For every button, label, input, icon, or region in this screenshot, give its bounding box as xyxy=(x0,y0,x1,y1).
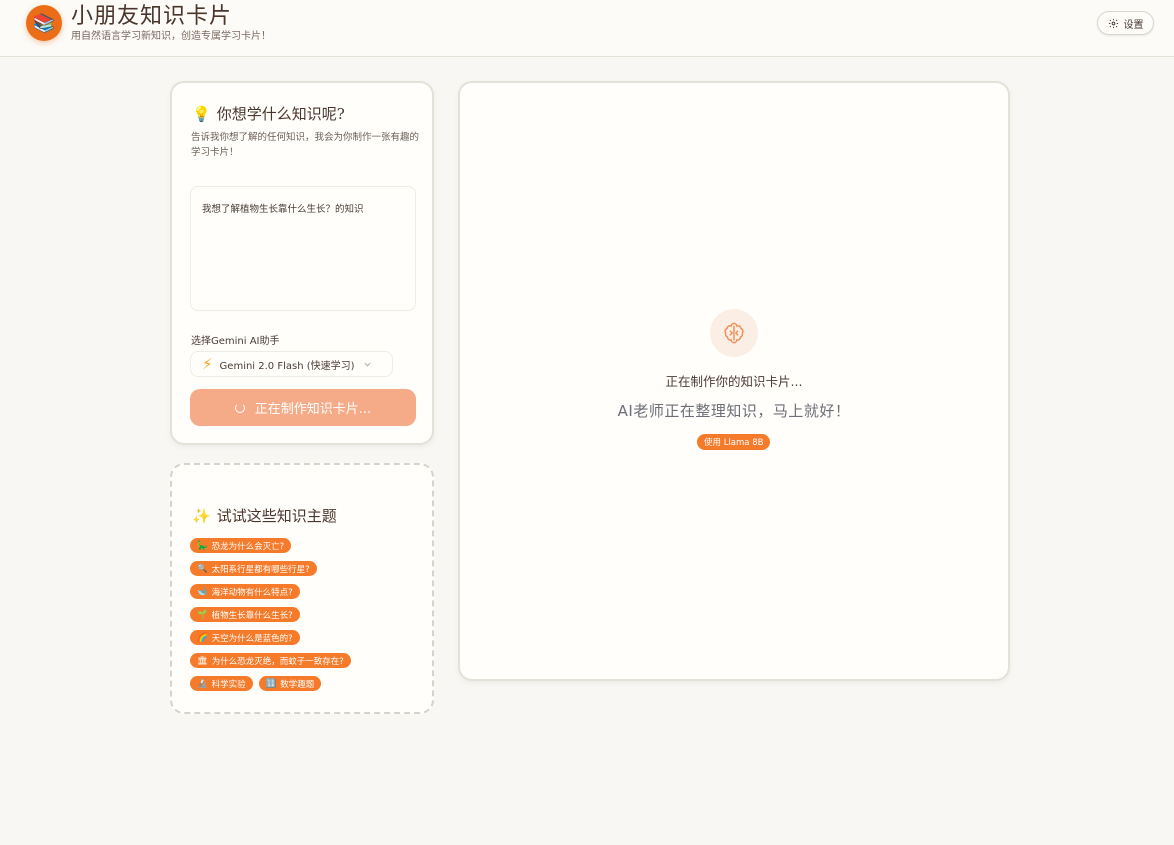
topic-chip[interactable]: 🌈 天空为什么是蓝色的? xyxy=(190,630,300,645)
topic-chip[interactable]: 🏛 为什么恐龙灭绝，而蚊子一致存在? xyxy=(190,653,351,668)
loading-title: 正在制作你的知识卡片... xyxy=(665,374,803,389)
topic-chip[interactable]: 🔍 太阳系行星都有哪些行星? xyxy=(190,561,317,576)
app-subtitle: 用自然语言学习新知识，创造专属学习卡片！ xyxy=(71,31,271,42)
lightbulb-icon: 💡 xyxy=(192,104,211,123)
topic-chips: 🦕 恐龙为什么会灭亡? 🔍 太阳系行星都有哪些行星? 🐋 海洋动物有什么特点? 🌱 植物… xyxy=(190,538,416,691)
topic-chip-row: 🔬 科学实验 🔢 数学趣题 xyxy=(190,676,322,691)
whale-icon: 🐋 xyxy=(197,586,208,597)
sparkles-icon: ✨ xyxy=(192,506,211,525)
gear-icon xyxy=(1108,18,1118,28)
topic-chip[interactable]: 🐋 海洋动物有什么特点? xyxy=(190,584,300,599)
model-label: 选择Gemini AI助手 xyxy=(191,336,280,347)
topic-chip-label: 恐龙为什么会灭亡? xyxy=(211,541,285,552)
topic-chip[interactable]: 🔢 数学趣题 xyxy=(258,676,322,691)
topic-chip-label: 数学趣题 xyxy=(280,679,315,690)
lightning-icon: ⚡ xyxy=(202,355,213,373)
input-panel: 💡 你想学什么知识呢? 告诉我你想了解的任何知识，我会为你制作一张有趣的学习卡片… xyxy=(170,81,434,445)
app-title: 小朋友知识卡片 xyxy=(71,4,233,29)
topic-chip-label: 太阳系行星都有哪些行星? xyxy=(211,564,310,575)
input-heading: 💡 你想学什么知识呢? xyxy=(192,103,345,124)
numbers-icon: 🔢 xyxy=(265,678,277,689)
app-header: 📚 小朋友知识卡片 用自然语言学习新知识，创造专属学习卡片！ 设置 xyxy=(0,0,1174,57)
brain-icon xyxy=(710,309,758,357)
loading-subtitle: AI老师正在整理知识，马上就好！ xyxy=(617,402,851,420)
topics-panel: ✨ 试试这些知识主题 🦕 恐龙为什么会灭亡? 🔍 太阳系行星都有哪些行星? 🐋 海洋动… xyxy=(170,463,434,714)
books-icon: 📚 xyxy=(26,5,62,41)
model-selected-value: Gemini 2.0 Flash (快速学习) xyxy=(219,360,355,372)
input-heading-text: 你想学什么知识呢? xyxy=(216,105,345,123)
topics-heading-text: 试试这些知识主题 xyxy=(216,507,337,525)
seedling-icon: 🌱 xyxy=(197,609,208,620)
topic-chip-label: 科学实验 xyxy=(211,679,246,690)
topic-input[interactable]: 我想了解植物生长靠什么生长？的知识 xyxy=(190,186,416,311)
generate-label: 正在制作知识卡片... xyxy=(254,402,372,417)
topic-chip[interactable]: 🌱 植物生长靠什么生长? xyxy=(190,607,300,622)
topic-chip[interactable]: 🔬 科学实验 xyxy=(190,676,253,691)
generate-button[interactable]: 正在制作知识卡片... xyxy=(190,389,416,426)
topic-chip-label: 植物生长靠什么生长? xyxy=(211,610,293,621)
rainbow-icon: 🌈 xyxy=(197,632,208,643)
chevron-down-icon xyxy=(363,362,371,367)
museum-icon: 🏛 xyxy=(197,655,208,666)
topic-chip[interactable]: 🦕 恐龙为什么会灭亡? xyxy=(190,538,292,553)
spinner-icon xyxy=(234,402,245,413)
microscope-icon: 🔬 xyxy=(197,678,208,689)
topic-chip-label: 为什么恐龙灭绝，而蚊子一致存在? xyxy=(211,656,344,667)
model-select[interactable]: ⚡ Gemini 2.0 Flash (快速学习) xyxy=(190,351,393,377)
topic-chip-label: 海洋动物有什么特点? xyxy=(211,587,293,598)
result-panel: 正在制作你的知识卡片... AI老师正在整理知识，马上就好！ 使用 Llama … xyxy=(458,81,1010,681)
topics-heading: ✨ 试试这些知识主题 xyxy=(192,505,337,526)
input-description: 告诉我你想了解的任何知识，我会为你制作一张有趣的学习卡片！ xyxy=(191,132,420,158)
magnifier-icon: 🔍 xyxy=(197,563,208,574)
topic-chip-label: 天空为什么是蓝色的? xyxy=(211,633,293,644)
settings-label: 设置 xyxy=(1123,19,1144,31)
dinosaur-icon: 🦕 xyxy=(197,540,208,551)
model-badge: 使用 Llama 8B xyxy=(697,434,771,450)
settings-button[interactable]: 设置 xyxy=(1097,11,1154,35)
